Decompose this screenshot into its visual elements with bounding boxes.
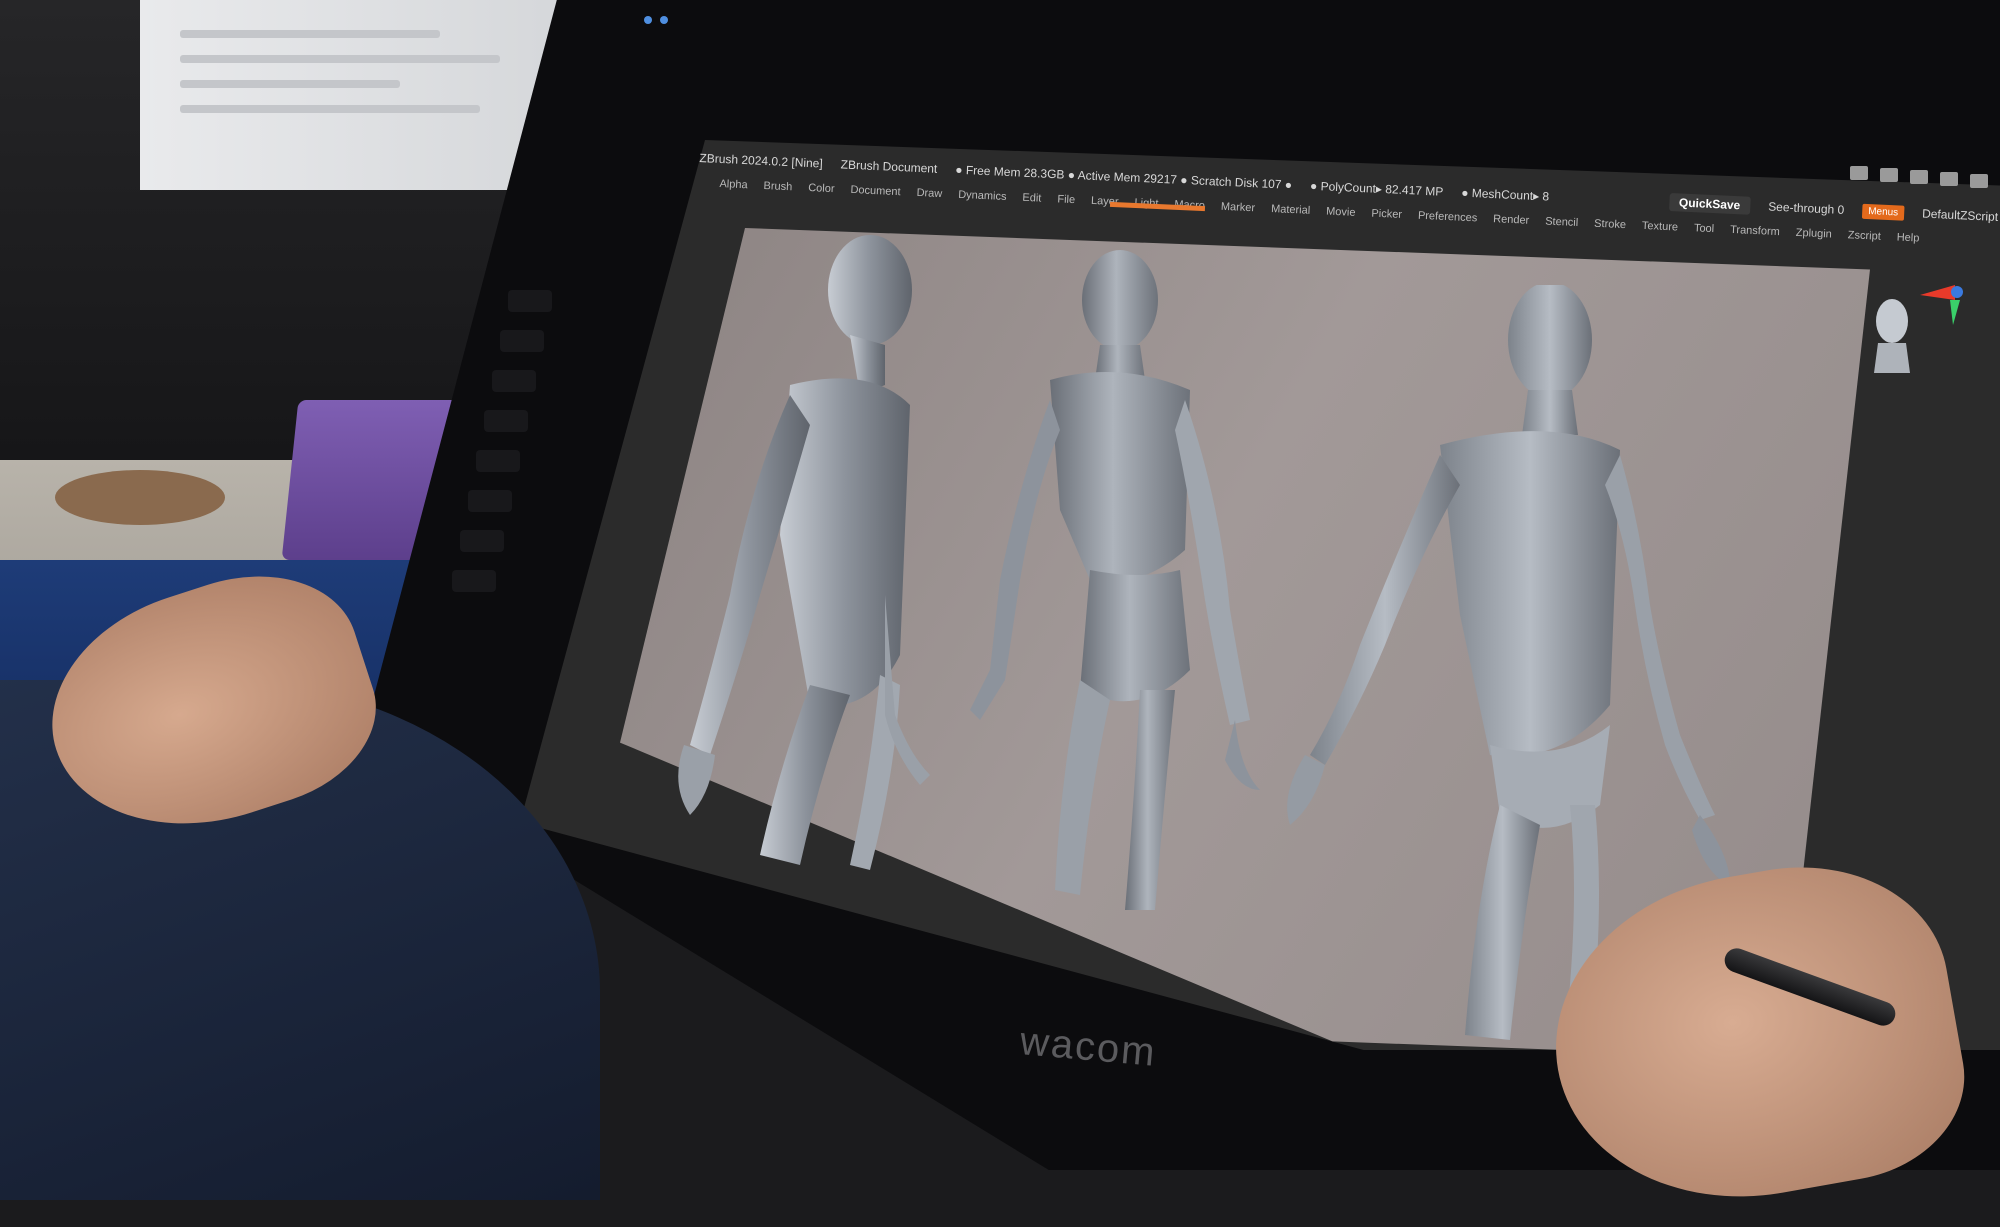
app-title: ZBrush 2024.0.2 [Nine] — [699, 150, 824, 171]
toolbar-icon[interactable] — [1970, 174, 1988, 188]
menu-item-material[interactable]: Material — [1271, 203, 1311, 217]
status-led-icon — [660, 16, 668, 24]
menu-item-stroke[interactable]: Stroke — [1594, 218, 1626, 231]
background-monitor-screen — [140, 0, 570, 190]
document-title: ZBrush Document — [840, 157, 938, 176]
menu-item-alpha[interactable]: Alpha — [719, 178, 748, 191]
menu-item-help[interactable]: Help — [1896, 231, 1919, 244]
polycount-readout: ● PolyCount▸ 82.417 MP — [1309, 178, 1444, 199]
menu-item-dynamics[interactable]: Dynamics — [958, 189, 1007, 203]
ecorche-figure-side — [678, 235, 930, 870]
menu-item-zscript[interactable]: Zscript — [1848, 229, 1882, 242]
menu-item-draw[interactable]: Draw — [916, 187, 942, 200]
menu-item-texture[interactable]: Texture — [1642, 220, 1679, 234]
menu-item-picker[interactable]: Picker — [1371, 208, 1402, 221]
toolbar-icon[interactable] — [1850, 166, 1868, 180]
express-key[interactable] — [500, 330, 544, 352]
menu-item-edit[interactable]: Edit — [1022, 192, 1041, 205]
ecorche-figure-back — [970, 250, 1260, 910]
menu-item-file[interactable]: File — [1057, 193, 1075, 206]
express-key[interactable] — [484, 410, 528, 432]
menu-item-brush[interactable]: Brush — [763, 180, 792, 193]
navigation-cube-icon[interactable] — [1915, 270, 1975, 330]
meshcount-readout: ● MeshCount▸ 8 — [1460, 185, 1550, 204]
express-key[interactable] — [508, 290, 552, 312]
script-name[interactable]: DefaultZScript — [1922, 207, 1999, 224]
express-key[interactable] — [468, 490, 512, 512]
menu-item-zplugin[interactable]: Zplugin — [1795, 227, 1832, 241]
express-key[interactable] — [460, 530, 504, 552]
bust-thumbnail-icon[interactable] — [1868, 295, 1916, 375]
menu-item-document[interactable]: Document — [850, 184, 901, 198]
toolbar-icon[interactable] — [1940, 172, 1958, 186]
photo-scene: ZBrush 2024.0.2 [Nine] ZBrush Document ●… — [0, 0, 2000, 1227]
menu-item-stencil[interactable]: Stencil — [1545, 215, 1579, 228]
express-key[interactable] — [452, 570, 496, 592]
quicksave-button[interactable]: QuickSave — [1668, 193, 1751, 215]
menu-item-color[interactable]: Color — [808, 182, 835, 195]
menu-item-render[interactable]: Render — [1493, 213, 1530, 227]
toolbar-icon[interactable] — [1910, 170, 1928, 184]
menu-item-transform[interactable]: Transform — [1730, 224, 1780, 238]
menu-item-tool[interactable]: Tool — [1694, 222, 1715, 235]
express-key[interactable] — [492, 370, 536, 392]
express-key[interactable] — [476, 450, 520, 472]
menu-item-preferences[interactable]: Preferences — [1418, 210, 1478, 225]
menu-item-marker[interactable]: Marker — [1221, 201, 1256, 215]
status-led-icon — [644, 16, 652, 24]
menus-toggle[interactable]: Menus — [1861, 203, 1905, 221]
see-through-slider[interactable]: See-through 0 — [1768, 200, 1845, 217]
toolbar-icon[interactable] — [1880, 168, 1898, 182]
coaster — [55, 470, 225, 525]
menu-item-movie[interactable]: Movie — [1326, 206, 1356, 219]
